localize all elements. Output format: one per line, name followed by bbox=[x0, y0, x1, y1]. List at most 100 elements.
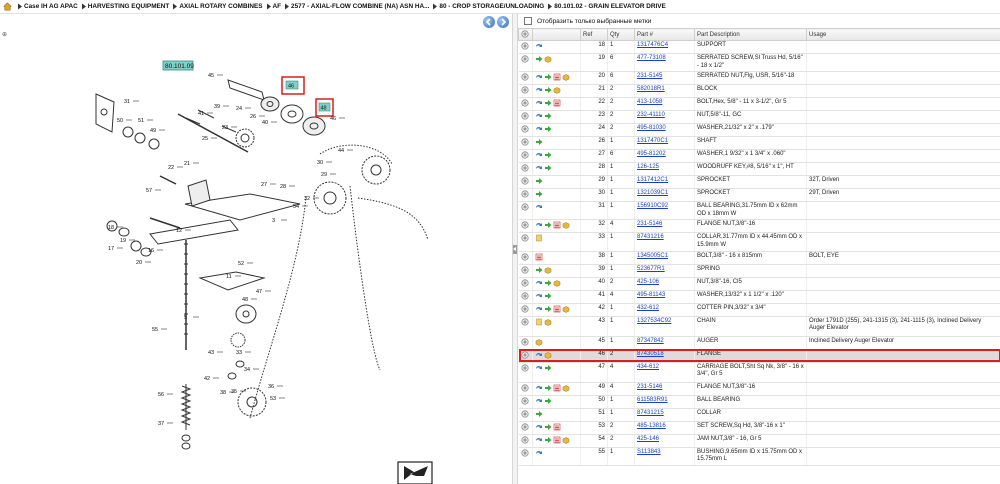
link-icon[interactable] bbox=[535, 292, 543, 300]
part-number-link-cell[interactable]: S113843 bbox=[634, 447, 695, 466]
selected-only-checkbox[interactable] bbox=[524, 17, 532, 25]
row-select-cell[interactable] bbox=[518, 336, 533, 350]
part-number-link-cell[interactable]: 1317412C1 bbox=[634, 175, 695, 190]
table-row[interactable]: 51 1 87431215 COLLAR bbox=[518, 408, 1000, 422]
table-row[interactable]: 26 1 1317470C1 SHAFT bbox=[518, 136, 1000, 151]
add-circle-icon[interactable] bbox=[520, 86, 529, 94]
row-select-cell[interactable] bbox=[518, 188, 533, 203]
callout-label[interactable]: 37 bbox=[158, 421, 164, 427]
exploded-view-drawing[interactable]: 80.101.09 46 48 45 31 50 51 49 46 40 39 41 25 26 24… bbox=[0, 14, 512, 484]
green-arrow-icon[interactable] bbox=[544, 305, 552, 313]
callout-label[interactable]: 52 bbox=[238, 261, 244, 267]
callout-label[interactable]: 38 bbox=[220, 390, 226, 396]
part-number-link[interactable]: 231-5146 bbox=[637, 221, 662, 227]
link-icon[interactable] bbox=[535, 351, 543, 359]
callout-label[interactable]: 24 bbox=[236, 106, 242, 112]
callout-label[interactable]: 42 bbox=[204, 376, 210, 382]
part-number-link-cell[interactable]: 485-13816 bbox=[634, 421, 695, 435]
add-circle-icon[interactable] bbox=[520, 42, 529, 50]
add-circle-icon[interactable] bbox=[520, 396, 529, 405]
part-number-link-cell[interactable]: 231-5146 bbox=[634, 219, 695, 234]
row-select-cell[interactable] bbox=[518, 362, 533, 383]
part-number-link-cell[interactable]: 434-612 bbox=[634, 362, 695, 383]
link-icon[interactable] bbox=[535, 397, 543, 405]
callout-label[interactable]: 48 bbox=[242, 297, 248, 303]
part-number-link[interactable]: 1327534C92 bbox=[637, 318, 671, 324]
add-circle-icon[interactable] bbox=[520, 221, 529, 229]
package-icon[interactable] bbox=[562, 436, 570, 444]
list-icon[interactable] bbox=[553, 99, 561, 107]
column-header-ref[interactable]: Ref bbox=[580, 28, 608, 41]
part-number-link[interactable]: 495-81030 bbox=[637, 125, 666, 131]
breadcrumb-item[interactable]: AF bbox=[263, 3, 281, 10]
drawing-navigator-icon[interactable] bbox=[397, 461, 433, 484]
link-icon[interactable] bbox=[535, 364, 543, 372]
selected-only-filter[interactable]: Отобразить только выбранные метки bbox=[518, 14, 1000, 28]
link-icon[interactable] bbox=[535, 112, 543, 120]
table-row[interactable]: 21 2 582018R1 BLOCK bbox=[518, 84, 1000, 99]
part-number-link-cell[interactable]: 1317476C4 bbox=[634, 40, 695, 54]
table-row[interactable]: 54 2 425-146 JAM NUT,3/8" - 16, Gr 5 bbox=[518, 434, 1000, 448]
table-row[interactable]: 32 4 231-5146 FLANGE NUT,3/8"-16 bbox=[518, 219, 1000, 234]
add-circle-icon[interactable] bbox=[520, 363, 529, 372]
part-number-link[interactable]: 87431215 bbox=[637, 410, 664, 416]
row-select-cell[interactable] bbox=[518, 123, 533, 138]
breadcrumb-item[interactable]: 2577 - AXIAL-FLOW COMBINE (NA) ASN HA... bbox=[281, 3, 429, 10]
part-number-link-cell[interactable]: 1327534C92 bbox=[634, 316, 695, 337]
part-number-link-cell[interactable]: 477-73108 bbox=[634, 53, 695, 73]
callout-label[interactable]: 45 bbox=[208, 73, 214, 79]
callout-label[interactable]: 17 bbox=[108, 246, 114, 252]
column-header-usage[interactable]: Usage bbox=[806, 28, 1000, 41]
column-header-description[interactable]: Part Description bbox=[694, 28, 807, 41]
green-arrow-icon[interactable] bbox=[544, 112, 552, 120]
green-arrow-icon[interactable] bbox=[544, 73, 552, 81]
table-row[interactable]: 40 2 425-106 NUT,3/8"-16, Cl5 bbox=[518, 277, 1000, 291]
part-number-link-cell[interactable]: 611583R91 bbox=[634, 395, 695, 409]
table-row[interactable]: 47 4 434-612 CARRIAGE BOLT,Sht Sq Nk, 3/8" … bbox=[518, 362, 1000, 383]
green-arrow-icon[interactable] bbox=[544, 364, 552, 372]
callout-label[interactable]: 12 bbox=[176, 228, 182, 234]
select-all-header[interactable] bbox=[518, 28, 533, 41]
row-select-cell[interactable] bbox=[518, 84, 533, 99]
callout-label[interactable]: 30 bbox=[317, 160, 323, 166]
part-number-link[interactable]: 477-73108 bbox=[637, 55, 666, 61]
green-arrow-icon[interactable] bbox=[535, 138, 543, 146]
add-circle-icon[interactable] bbox=[520, 265, 529, 274]
row-select-cell[interactable] bbox=[518, 251, 533, 265]
list-icon[interactable] bbox=[535, 253, 543, 261]
add-circle-icon[interactable] bbox=[520, 422, 529, 431]
green-arrow-icon[interactable] bbox=[544, 221, 552, 229]
row-select-cell[interactable] bbox=[518, 434, 533, 448]
link-icon[interactable] bbox=[535, 221, 543, 229]
row-select-cell[interactable] bbox=[518, 40, 533, 54]
row-select-cell[interactable] bbox=[518, 232, 533, 252]
link-icon[interactable] bbox=[535, 449, 543, 457]
green-arrow-icon[interactable] bbox=[544, 397, 552, 405]
part-number-link[interactable]: 523677R1 bbox=[637, 266, 665, 272]
breadcrumb-item[interactable]: AXIAL ROTARY COMBINES bbox=[169, 3, 263, 10]
part-number-link[interactable]: 495-81202 bbox=[637, 151, 666, 157]
drawing-pane[interactable]: ⊕ 80.101.09 46 48 45 31 50 51 49 46 40 3… bbox=[0, 14, 512, 484]
add-circle-icon[interactable] bbox=[520, 112, 529, 120]
part-number-link[interactable]: 425-106 bbox=[637, 279, 659, 285]
part-number-link[interactable]: 232-41110 bbox=[637, 112, 665, 118]
table-row[interactable]: 45 1 87347842 AUGER Inclined Delivery Auger … bbox=[518, 336, 1000, 350]
callout-label[interactable]: 22 bbox=[168, 165, 174, 171]
part-number-link-cell[interactable]: 232-41110 bbox=[634, 110, 695, 125]
part-number-link[interactable]: 582018R1 bbox=[637, 86, 665, 92]
part-number-link-cell[interactable]: 87430518 bbox=[634, 349, 695, 363]
package-icon[interactable] bbox=[544, 266, 552, 274]
table-row[interactable]: 38 1 1345005C1 BOLT,3/8" - 16 x 815mm BOLT, … bbox=[518, 251, 1000, 265]
table-row[interactable]: 55 1 S113843 BUSHING,9.65mm ID x 15.75mm OD… bbox=[518, 447, 1000, 466]
callout-label[interactable]: 16 bbox=[148, 248, 154, 254]
part-number-link-cell[interactable]: 495-81202 bbox=[634, 149, 695, 164]
add-circle-icon[interactable] bbox=[520, 278, 529, 287]
row-select-cell[interactable] bbox=[518, 71, 533, 86]
row-select-cell[interactable] bbox=[518, 303, 533, 317]
table-row[interactable]: 43 1 1327534C92 CHAIN Order 1791D (255), 241… bbox=[518, 316, 1000, 337]
package-icon[interactable] bbox=[562, 305, 570, 313]
part-number-link[interactable]: 156910C92 bbox=[637, 203, 668, 209]
table-row[interactable]: 24 2 495-81030 WASHER,21/32" x 2" x .179" bbox=[518, 123, 1000, 138]
list-icon[interactable] bbox=[553, 305, 561, 313]
link-icon[interactable] bbox=[535, 384, 543, 392]
